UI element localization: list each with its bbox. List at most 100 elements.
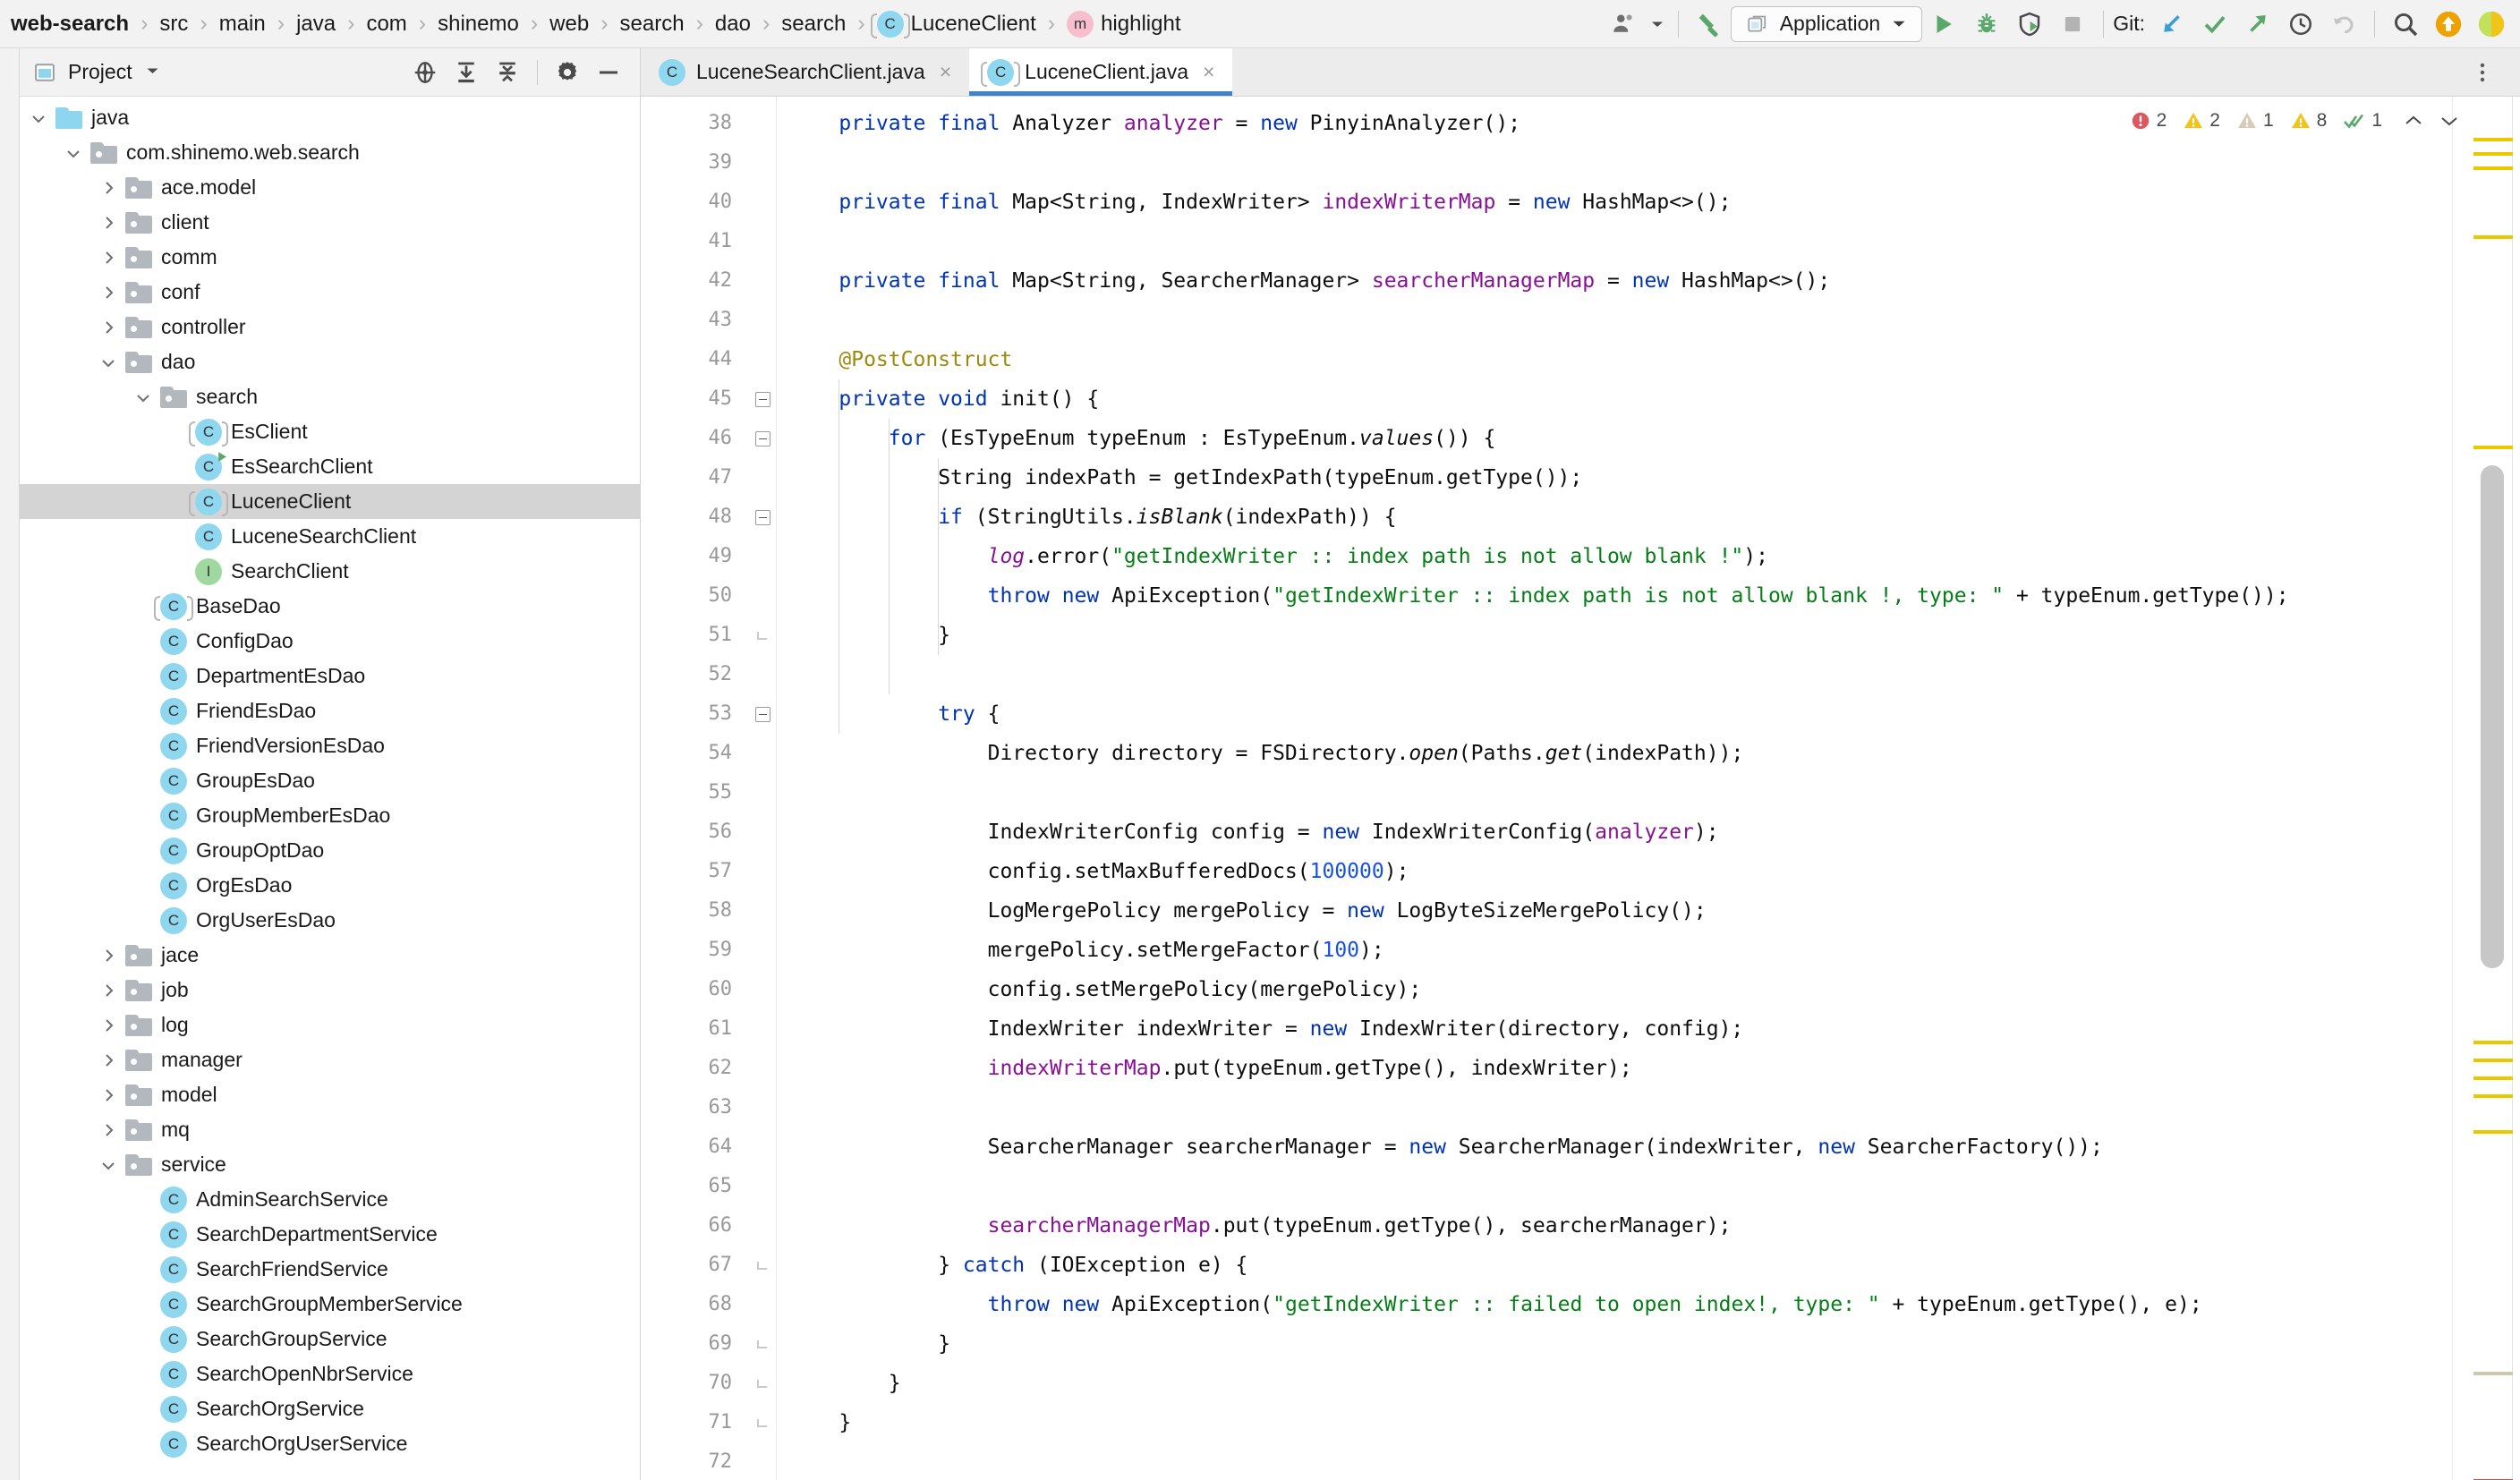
plugin-icon[interactable]	[2470, 3, 2513, 46]
tree-item-departmentesdao[interactable]: C DepartmentEsDao	[20, 659, 640, 693]
debug-bug-icon[interactable]	[1965, 3, 2008, 46]
warning-count-2[interactable]: 8	[2290, 110, 2327, 132]
tree-item-com-shinemo-web-search[interactable]: com.shinemo.web.search	[20, 135, 640, 170]
expand-all-icon[interactable]	[447, 54, 485, 91]
breadcrumb-item-com[interactable]: com	[366, 12, 406, 37]
run-with-coverage-icon[interactable]	[2008, 3, 2051, 46]
code-line[interactable]: config.setMaxBufferedDocs(100000);	[789, 852, 1409, 891]
tree-item-friendversionesdao[interactable]: C FriendVersionEsDao	[20, 728, 640, 763]
editor-tab-lucenesearchclient[interactable]: C LuceneSearchClient.java ×	[641, 48, 969, 96]
tree-item-controller[interactable]: controller	[20, 310, 640, 344]
code-line[interactable]: log.error("getIndexWriter :: index path …	[789, 537, 1768, 576]
chevron-down-icon[interactable]	[27, 113, 50, 123]
breadcrumb-item-highlight[interactable]: m highlight	[1067, 10, 1180, 38]
user-avatar-icon[interactable]	[1603, 3, 1646, 46]
hide-panel-icon[interactable]	[590, 54, 627, 91]
chevron-down-icon[interactable]	[1646, 3, 1669, 46]
breadcrumb-item-search-2[interactable]: search	[781, 12, 846, 37]
tree-item-searchorgservice[interactable]: C SearchOrgService	[20, 1391, 640, 1426]
git-push-arrow-icon[interactable]	[2236, 3, 2279, 46]
fold-collapse-icon[interactable]	[753, 379, 772, 419]
tree-item-orgesdao[interactable]: C OrgEsDao	[20, 868, 640, 903]
scrollbar-thumb[interactable]	[2481, 465, 2504, 968]
inspection-marker[interactable]	[2473, 152, 2513, 156]
close-icon[interactable]: ×	[1203, 60, 1214, 84]
locate-icon[interactable]	[406, 54, 444, 91]
chevron-down-icon[interactable]	[62, 148, 85, 158]
code-line[interactable]: private final Analyzer analyzer = new Pi…	[789, 104, 1520, 143]
collapse-all-icon[interactable]	[489, 54, 526, 91]
tree-item-groupoptdao[interactable]: C GroupOptDao	[20, 833, 640, 868]
inspection-marker[interactable]	[2473, 1094, 2513, 1098]
code-editor[interactable]: 38 39 40 41 42 43 44 45 46 47 48 49 50 51 52 53 54 55 56 57…	[641, 97, 2520, 1480]
breadcrumb-item-search[interactable]: search	[620, 12, 685, 37]
code-line[interactable]: private final Map<String, IndexWriter> i…	[789, 183, 1731, 222]
close-icon[interactable]: ×	[940, 60, 951, 84]
chevron-down-icon[interactable]	[2434, 109, 2465, 132]
fold-end-marker[interactable]	[757, 1419, 767, 1427]
tree-item-configdao[interactable]: C ConfigDao	[20, 624, 640, 659]
left-tool-window-strip[interactable]	[0, 48, 20, 1480]
tree-item-searchdepartmentservice[interactable]: C SearchDepartmentService	[20, 1217, 640, 1252]
editor-marker-scrollbar[interactable]	[2452, 97, 2520, 1480]
code-line[interactable]: LogMergePolicy mergePolicy = new LogByte…	[789, 891, 1707, 931]
fold-end-marker[interactable]	[757, 1340, 767, 1348]
tree-item-luceneclient[interactable]: C LuceneClient	[20, 484, 640, 519]
tree-item-java[interactable]: java	[20, 100, 640, 135]
inspection-marker[interactable]	[2473, 1041, 2513, 1044]
breadcrumb-item-dao[interactable]: dao	[715, 12, 751, 37]
code-folding-gutter[interactable]	[748, 97, 777, 1480]
tree-item-search[interactable]: search	[20, 379, 640, 414]
run-play-icon[interactable]	[1922, 3, 1965, 46]
code-line[interactable]: IndexWriterConfig config = new IndexWrit…	[789, 812, 1719, 852]
chevron-down-icon[interactable]	[97, 357, 120, 368]
tree-item-searchfriendservice[interactable]: C SearchFriendService	[20, 1252, 640, 1287]
history-clock-icon[interactable]	[2279, 3, 2322, 46]
tree-item-esclient[interactable]: C EsClient	[20, 414, 640, 449]
inspection-marker[interactable]	[2473, 235, 2513, 239]
inspection-marker[interactable]	[2473, 1130, 2513, 1134]
code-line[interactable]: String indexPath = getIndexPath(typeEnum…	[789, 458, 1582, 498]
code-line[interactable]: config.setMergePolicy(mergePolicy);	[789, 970, 1422, 1009]
update-available-icon[interactable]	[2427, 3, 2470, 46]
code-line[interactable]: searcherManagerMap.put(typeEnum.getType(…	[789, 1206, 1732, 1246]
fold-end-marker[interactable]	[757, 632, 767, 640]
code-line[interactable]: if (StringUtils.isBlank(indexPath)) {	[789, 498, 1396, 537]
tree-item-basedao[interactable]: C BaseDao	[20, 589, 640, 624]
chevron-right-icon[interactable]	[97, 215, 120, 231]
chevron-right-icon[interactable]	[97, 948, 120, 964]
tree-item-job[interactable]: job	[20, 973, 640, 1008]
chevron-right-icon[interactable]	[97, 982, 120, 999]
tree-item-jace[interactable]: jace	[20, 938, 640, 973]
project-tree[interactable]: java com.shinemo.web.search ace.model clien…	[20, 97, 640, 1480]
tree-item-conf[interactable]: conf	[20, 275, 640, 310]
code-line[interactable]: try {	[789, 694, 1000, 734]
rollback-undo-icon[interactable]	[2322, 3, 2365, 46]
tree-item-adminsearchservice[interactable]: C AdminSearchService	[20, 1182, 640, 1217]
tree-item-groupmemberesdao[interactable]: C GroupMemberEsDao	[20, 798, 640, 833]
inspection-marker[interactable]	[2473, 166, 2513, 170]
tree-item-ace-model[interactable]: ace.model	[20, 170, 640, 205]
warning-count[interactable]: 2	[2183, 110, 2220, 132]
fold-collapse-icon[interactable]	[753, 694, 772, 734]
chevron-right-icon[interactable]	[97, 319, 120, 336]
tree-item-orguseresdao[interactable]: C OrgUserEsDao	[20, 903, 640, 938]
editor-tab-luceneclient[interactable]: C LuceneClient.java ×	[969, 48, 1233, 96]
weak-warning-count[interactable]: 1	[2236, 110, 2274, 132]
chevron-up-icon[interactable]	[2398, 109, 2429, 132]
code-line[interactable]: }	[789, 1324, 950, 1364]
code-line[interactable]: private final Map<String, SearcherManage…	[789, 261, 1830, 301]
code-line[interactable]: mergePolicy.setMergeFactor(100);	[789, 931, 1384, 970]
tree-item-client[interactable]: client	[20, 205, 640, 240]
fold-collapse-icon[interactable]	[753, 498, 772, 537]
typo-count[interactable]: 1	[2343, 110, 2382, 132]
tree-item-searchgroupservice[interactable]: C SearchGroupService	[20, 1322, 640, 1357]
tree-item-comm[interactable]: comm	[20, 240, 640, 275]
fold-end-marker[interactable]	[757, 1262, 767, 1270]
chevron-right-icon[interactable]	[97, 250, 120, 266]
inspection-marker[interactable]	[2473, 1372, 2513, 1375]
chevron-right-icon[interactable]	[97, 285, 120, 301]
inspection-marker[interactable]	[2473, 1059, 2513, 1062]
tree-item-searchorguserservice[interactable]: C SearchOrgUserService	[20, 1426, 640, 1461]
tree-item-service[interactable]: service	[20, 1147, 640, 1182]
